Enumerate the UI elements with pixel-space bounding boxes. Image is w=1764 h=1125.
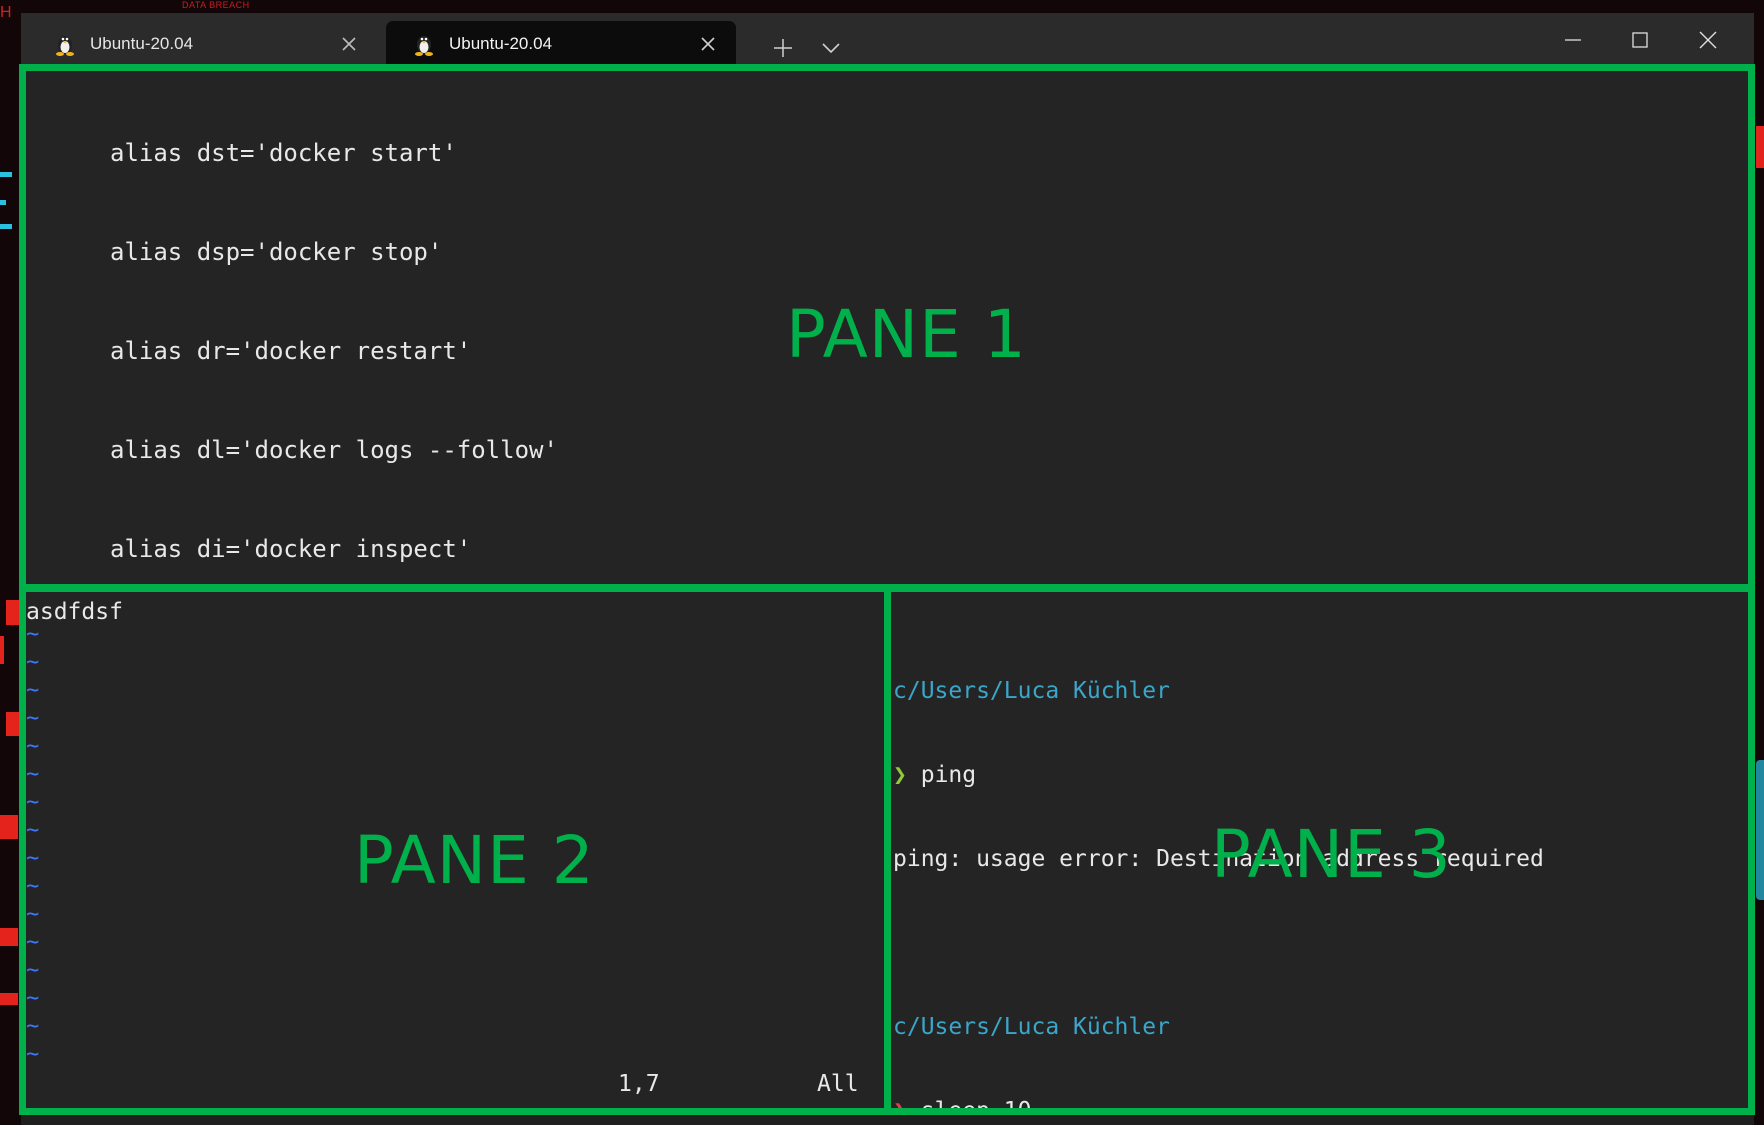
wallpaper-decor [1756, 760, 1764, 900]
output-line: alias dst='docker start' [110, 139, 457, 167]
vim-buffer-line: asdfdsf [26, 599, 123, 625]
wallpaper-decor [6, 600, 19, 625]
maximize-button[interactable] [1616, 23, 1664, 57]
pane1-output: alias dst='docker start' alias dsp='dock… [110, 71, 558, 584]
wallpaper-decor [0, 636, 4, 664]
close-tab-icon[interactable] [698, 34, 718, 54]
wallpaper-decor [6, 712, 19, 736]
tab-ubuntu-active[interactable]: Ubuntu-20.04 [386, 21, 736, 67]
pane-3-label: PANE 3 [1211, 816, 1452, 893]
linux-tux-icon [56, 36, 74, 56]
minimize-button[interactable] [1549, 23, 1597, 57]
command-text: ping [920, 762, 977, 788]
output-line: alias dr='docker restart' [110, 337, 472, 365]
wallpaper-decor [0, 200, 6, 205]
new-tab-button[interactable] [763, 29, 803, 67]
output-line: alias dl='docker logs --follow' [110, 436, 558, 464]
pane-2-label: PANE 2 [354, 822, 595, 899]
tab-ubuntu-inactive[interactable]: Ubuntu-20.04 [27, 21, 377, 67]
plus-icon [774, 39, 792, 57]
wallpaper-decor [0, 224, 12, 229]
terminal-pane-3[interactable]: c/Users/Luca Küchler ❯ ping ping: usage … [884, 585, 1755, 1115]
command-line: ❯ ping [893, 761, 1544, 789]
prompt-path: c/Users/Luca Küchler [893, 1014, 1170, 1040]
prompt-success-icon: ❯ [893, 762, 907, 788]
command-text: sleep 10 [920, 1098, 1032, 1115]
terminal-pane-1[interactable]: alias dst='docker start' alias dsp='dock… [19, 64, 1755, 591]
prompt-error-icon: ❯ [893, 1098, 907, 1115]
linux-tux-icon [415, 36, 433, 56]
prompt-path: c/Users/Luca Küchler [893, 678, 1170, 704]
chevron-down-icon [822, 43, 840, 54]
wallpaper-decor [0, 928, 18, 946]
output-line: alias di='docker inspect' [110, 535, 472, 563]
vim-cursor-position: 1,7 [618, 1071, 660, 1097]
terminal-pane-2[interactable]: asdfdsf ~ ~ ~ ~ ~ ~ ~ ~ ~ ~ ~ ~ ~ ~ ~ ~ PANE 2 1,7 All [19, 585, 891, 1115]
wallpaper-decor [1756, 126, 1764, 168]
wallpaper-letter: H [0, 4, 12, 21]
wallpaper-decor [0, 172, 12, 177]
tab-label: Ubuntu-20.04 [449, 34, 553, 53]
pane-1-label: PANE 1 [786, 296, 1027, 373]
title-bar[interactable]: Ubuntu-20.04 Ubuntu-20.04 [21, 13, 1754, 67]
wallpaper-caption: DATA BREACH [182, 0, 250, 10]
wallpaper-decor [0, 993, 18, 1005]
close-tab-icon[interactable] [339, 34, 359, 54]
tab-label: Ubuntu-20.04 [90, 34, 194, 53]
output-line: alias dsp='docker stop' [110, 238, 443, 266]
minimize-icon [1565, 39, 1581, 41]
command-line: ❯ sleep 10 [893, 1097, 1544, 1115]
close-window-button[interactable] [1684, 23, 1732, 57]
maximize-icon [1632, 32, 1648, 48]
vim-scroll-indicator: All [817, 1071, 859, 1097]
wallpaper-decor [0, 815, 18, 839]
close-icon [1699, 31, 1717, 49]
profiles-dropdown-button[interactable] [811, 29, 851, 67]
vim-empty-line-tilde: ~ [26, 1042, 40, 1067]
